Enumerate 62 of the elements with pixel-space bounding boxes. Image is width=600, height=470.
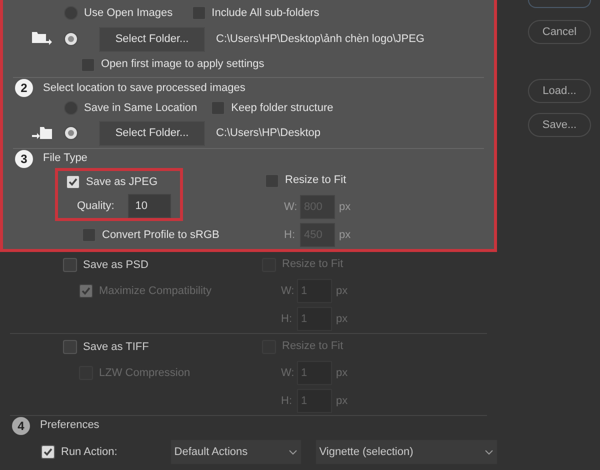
unit-label: px bbox=[336, 394, 348, 409]
checkbox[interactable] bbox=[192, 6, 206, 20]
option-label: LZW Compression bbox=[99, 366, 190, 381]
dimension-label: H: bbox=[284, 228, 296, 243]
option-label: Run Action: bbox=[61, 444, 118, 460]
step-number: 2 bbox=[15, 79, 33, 97]
quality-label: Quality: bbox=[77, 198, 114, 214]
unit-label: px bbox=[336, 284, 348, 299]
option-label: Use Open Images bbox=[84, 6, 173, 21]
dimension-label: H: bbox=[281, 312, 293, 327]
option-label: Convert Profile to sRGB bbox=[102, 228, 220, 243]
dimension-label: W: bbox=[281, 366, 296, 381]
dimension-label: W: bbox=[284, 200, 298, 215]
button-edge bbox=[528, 0, 591, 8]
select-folder-button[interactable]: Select Folder... bbox=[99, 26, 205, 52]
select-folder-button[interactable]: Select Folder... bbox=[99, 120, 205, 146]
checkbox[interactable] bbox=[211, 101, 226, 115]
option-label: Save as TIFF bbox=[83, 340, 149, 354]
folder-out-icon bbox=[31, 125, 53, 141]
checkbox[interactable] bbox=[81, 58, 95, 72]
checkbox[interactable] bbox=[66, 175, 80, 190]
chevron-down-icon bbox=[485, 450, 494, 454]
unit-label: px bbox=[339, 228, 351, 243]
step-number: 3 bbox=[15, 150, 33, 168]
option-label: Save as PSD bbox=[83, 258, 148, 272]
dropdown[interactable]: Default Actions bbox=[171, 440, 302, 464]
unit-label: px bbox=[336, 312, 348, 327]
cancel-button[interactable]: Cancel bbox=[528, 20, 591, 44]
unit-label: px bbox=[336, 366, 348, 381]
option-label: Keep folder structure bbox=[231, 100, 334, 116]
option-label: Resize to Fit bbox=[285, 173, 346, 188]
dialog-button[interactable]: Load... bbox=[528, 79, 591, 103]
dimension-label: H: bbox=[281, 394, 293, 409]
folder-path: C:\Users\HP\Desktop bbox=[216, 126, 321, 141]
option-label: Resize to Fit bbox=[282, 257, 344, 272]
radio-button[interactable] bbox=[64, 6, 78, 20]
dialog-button[interactable]: Save... bbox=[528, 113, 591, 137]
checkbox[interactable] bbox=[82, 228, 96, 242]
option-label: Maximize Compatibility bbox=[99, 284, 212, 299]
option-label: Save as JPEG bbox=[86, 175, 158, 190]
option-label: Open first image to apply settings bbox=[101, 57, 264, 72]
radio-button[interactable] bbox=[64, 126, 78, 140]
section-title: File Type bbox=[43, 151, 88, 166]
option-label: Include All sub-folders bbox=[212, 6, 320, 21]
chevron-down-icon bbox=[289, 450, 298, 454]
checkbox[interactable] bbox=[63, 258, 77, 272]
option-label: Save in Same Location bbox=[84, 100, 198, 116]
section-title: Select location to save processed images bbox=[43, 80, 246, 96]
checkbox[interactable] bbox=[41, 445, 55, 459]
dropdown[interactable]: Vignette (selection) bbox=[316, 440, 498, 464]
checkbox[interactable] bbox=[265, 174, 279, 188]
unit-label: px bbox=[339, 200, 351, 215]
quality-field[interactable]: 10 bbox=[128, 194, 172, 218]
checkbox[interactable] bbox=[63, 340, 77, 354]
radio-button[interactable] bbox=[64, 32, 78, 46]
step-number: 4 bbox=[12, 416, 30, 434]
option-label: Resize to Fit bbox=[282, 339, 344, 354]
section-title: Preferences bbox=[40, 418, 100, 434]
radio-button[interactable] bbox=[64, 101, 78, 115]
dimension-label: W: bbox=[281, 284, 296, 299]
folder-in-icon bbox=[31, 31, 53, 47]
folder-path: C:\Users\HP\Desktop\ảnh chèn logo\JPEG bbox=[216, 32, 424, 47]
